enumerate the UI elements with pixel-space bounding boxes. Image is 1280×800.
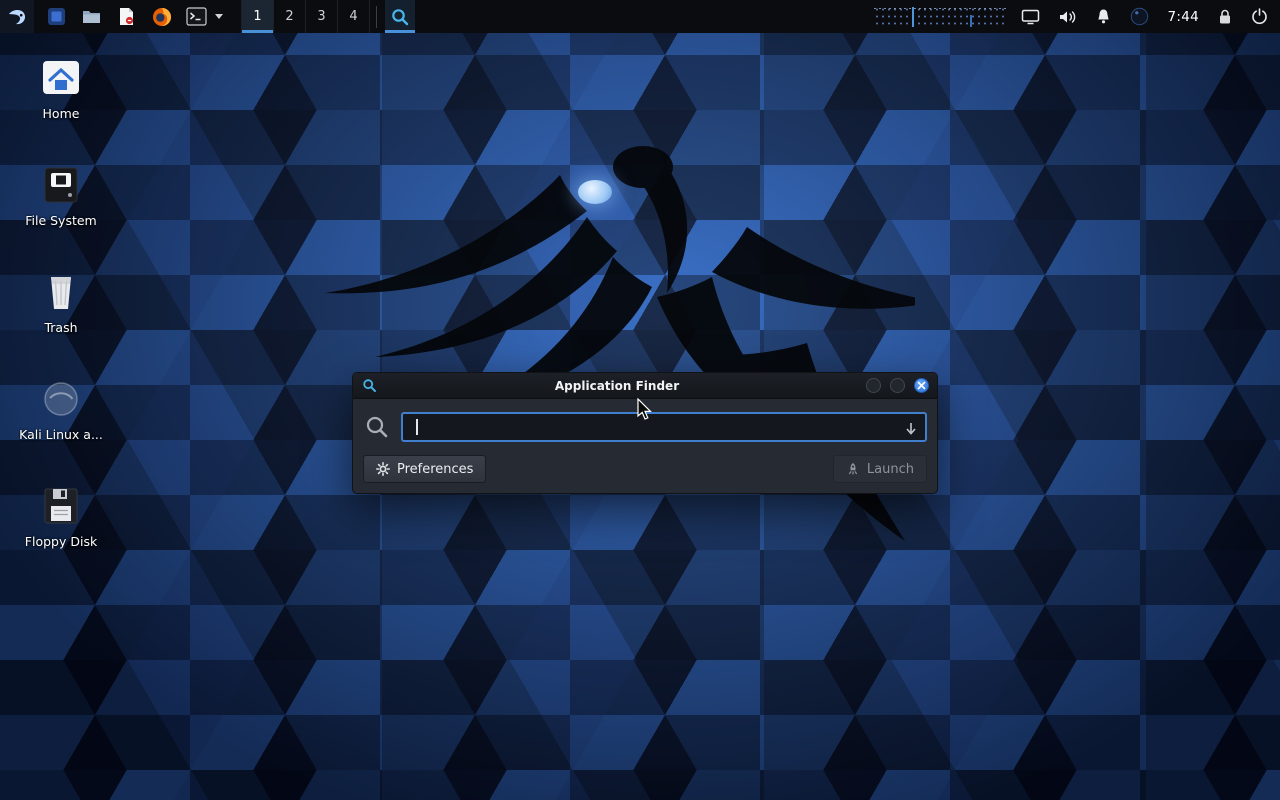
volume-button[interactable] — [1049, 0, 1086, 33]
workspace-4[interactable]: 4 — [338, 0, 370, 33]
lock-icon — [1217, 8, 1233, 25]
status-orb-icon — [1130, 7, 1149, 26]
preferences-button[interactable]: Preferences — [363, 455, 486, 483]
home-icon — [39, 56, 83, 98]
desktop-icon-home[interactable]: Home — [8, 44, 114, 151]
system-monitor-graph[interactable] — [874, 6, 1006, 28]
search-icon — [363, 414, 391, 440]
document-editor-button[interactable] — [114, 4, 139, 29]
terminal-button[interactable] — [184, 4, 209, 29]
launch-rocket-icon — [846, 462, 860, 476]
panel-clock[interactable]: 7:44 — [1158, 0, 1208, 33]
status-orb-button[interactable] — [1121, 0, 1158, 33]
launch-button[interactable]: Launch — [833, 455, 927, 483]
desktop-icon-label: Floppy Disk — [25, 535, 97, 549]
workspace-1[interactable]: 1 — [242, 0, 274, 33]
display-settings-button[interactable] — [1012, 0, 1049, 33]
search-input[interactable] — [403, 414, 925, 440]
kali-menu-icon — [6, 6, 28, 28]
chevron-down-icon[interactable] — [215, 14, 223, 19]
window-body: Preferences Launch — [353, 399, 937, 493]
top-panel: 1 2 3 4 — [0, 0, 1280, 33]
desktop-icon-kali-linux[interactable]: Kali Linux a... — [8, 365, 114, 472]
file-manager-icon — [81, 6, 102, 27]
workspace-switcher: 1 2 3 4 — [241, 0, 370, 33]
power-icon — [1251, 8, 1268, 25]
files-app-button[interactable] — [44, 4, 69, 29]
application-finder-window: Application Finder — [352, 372, 938, 494]
wallpaper-highlight — [578, 180, 612, 204]
maximize-button[interactable] — [890, 378, 905, 393]
search-field — [401, 412, 927, 442]
firefox-button[interactable] — [149, 4, 174, 29]
notifications-button[interactable] — [1086, 0, 1121, 33]
history-dropdown-arrow[interactable] — [904, 421, 918, 440]
desktop-icon-trash[interactable]: Trash — [8, 258, 114, 365]
window-title: Application Finder — [377, 379, 857, 393]
preferences-label: Preferences — [397, 462, 473, 477]
app-finder-icon — [390, 7, 410, 27]
trash-icon — [39, 270, 83, 312]
window-app-icon — [361, 378, 377, 394]
notifications-bell-icon — [1095, 8, 1112, 25]
volume-icon — [1058, 9, 1077, 25]
files-app-icon — [46, 6, 67, 27]
applications-menu-button[interactable] — [0, 0, 34, 33]
panel-separator — [376, 6, 377, 28]
titlebar[interactable]: Application Finder — [353, 373, 937, 399]
gear-icon — [376, 462, 390, 476]
text-caret — [416, 419, 418, 435]
close-icon — [917, 381, 926, 390]
display-icon — [1021, 9, 1040, 25]
file-system-icon — [39, 163, 83, 205]
terminal-icon — [186, 7, 207, 26]
floppy-disk-icon — [39, 484, 83, 526]
desktop-icon-label: Kali Linux a... — [19, 428, 103, 442]
desktop-icon-column: Home File System Trash — [8, 44, 114, 579]
kali-linux-icon — [39, 377, 83, 419]
file-manager-button[interactable] — [79, 4, 104, 29]
desktop-icon-floppy-disk[interactable]: Floppy Disk — [8, 472, 114, 579]
logout-button[interactable] — [1242, 0, 1280, 33]
launcher-row — [34, 4, 233, 29]
lock-screen-button[interactable] — [1208, 0, 1242, 33]
document-editor-icon — [116, 6, 137, 27]
desktop-icon-file-system[interactable]: File System — [8, 151, 114, 258]
desktop-icon-label: File System — [25, 214, 97, 228]
window-controls — [857, 378, 929, 393]
appfinder-taskbar-button[interactable] — [385, 0, 415, 33]
firefox-icon — [151, 6, 173, 28]
minimize-button[interactable] — [866, 378, 881, 393]
desktop-icon-label: Home — [43, 107, 80, 121]
workspace-3[interactable]: 3 — [306, 0, 338, 33]
launch-label: Launch — [867, 462, 914, 477]
desktop-icon-label: Trash — [44, 321, 77, 335]
close-button[interactable] — [914, 378, 929, 393]
workspace-2[interactable]: 2 — [274, 0, 306, 33]
system-tray: 7:44 — [874, 0, 1280, 33]
